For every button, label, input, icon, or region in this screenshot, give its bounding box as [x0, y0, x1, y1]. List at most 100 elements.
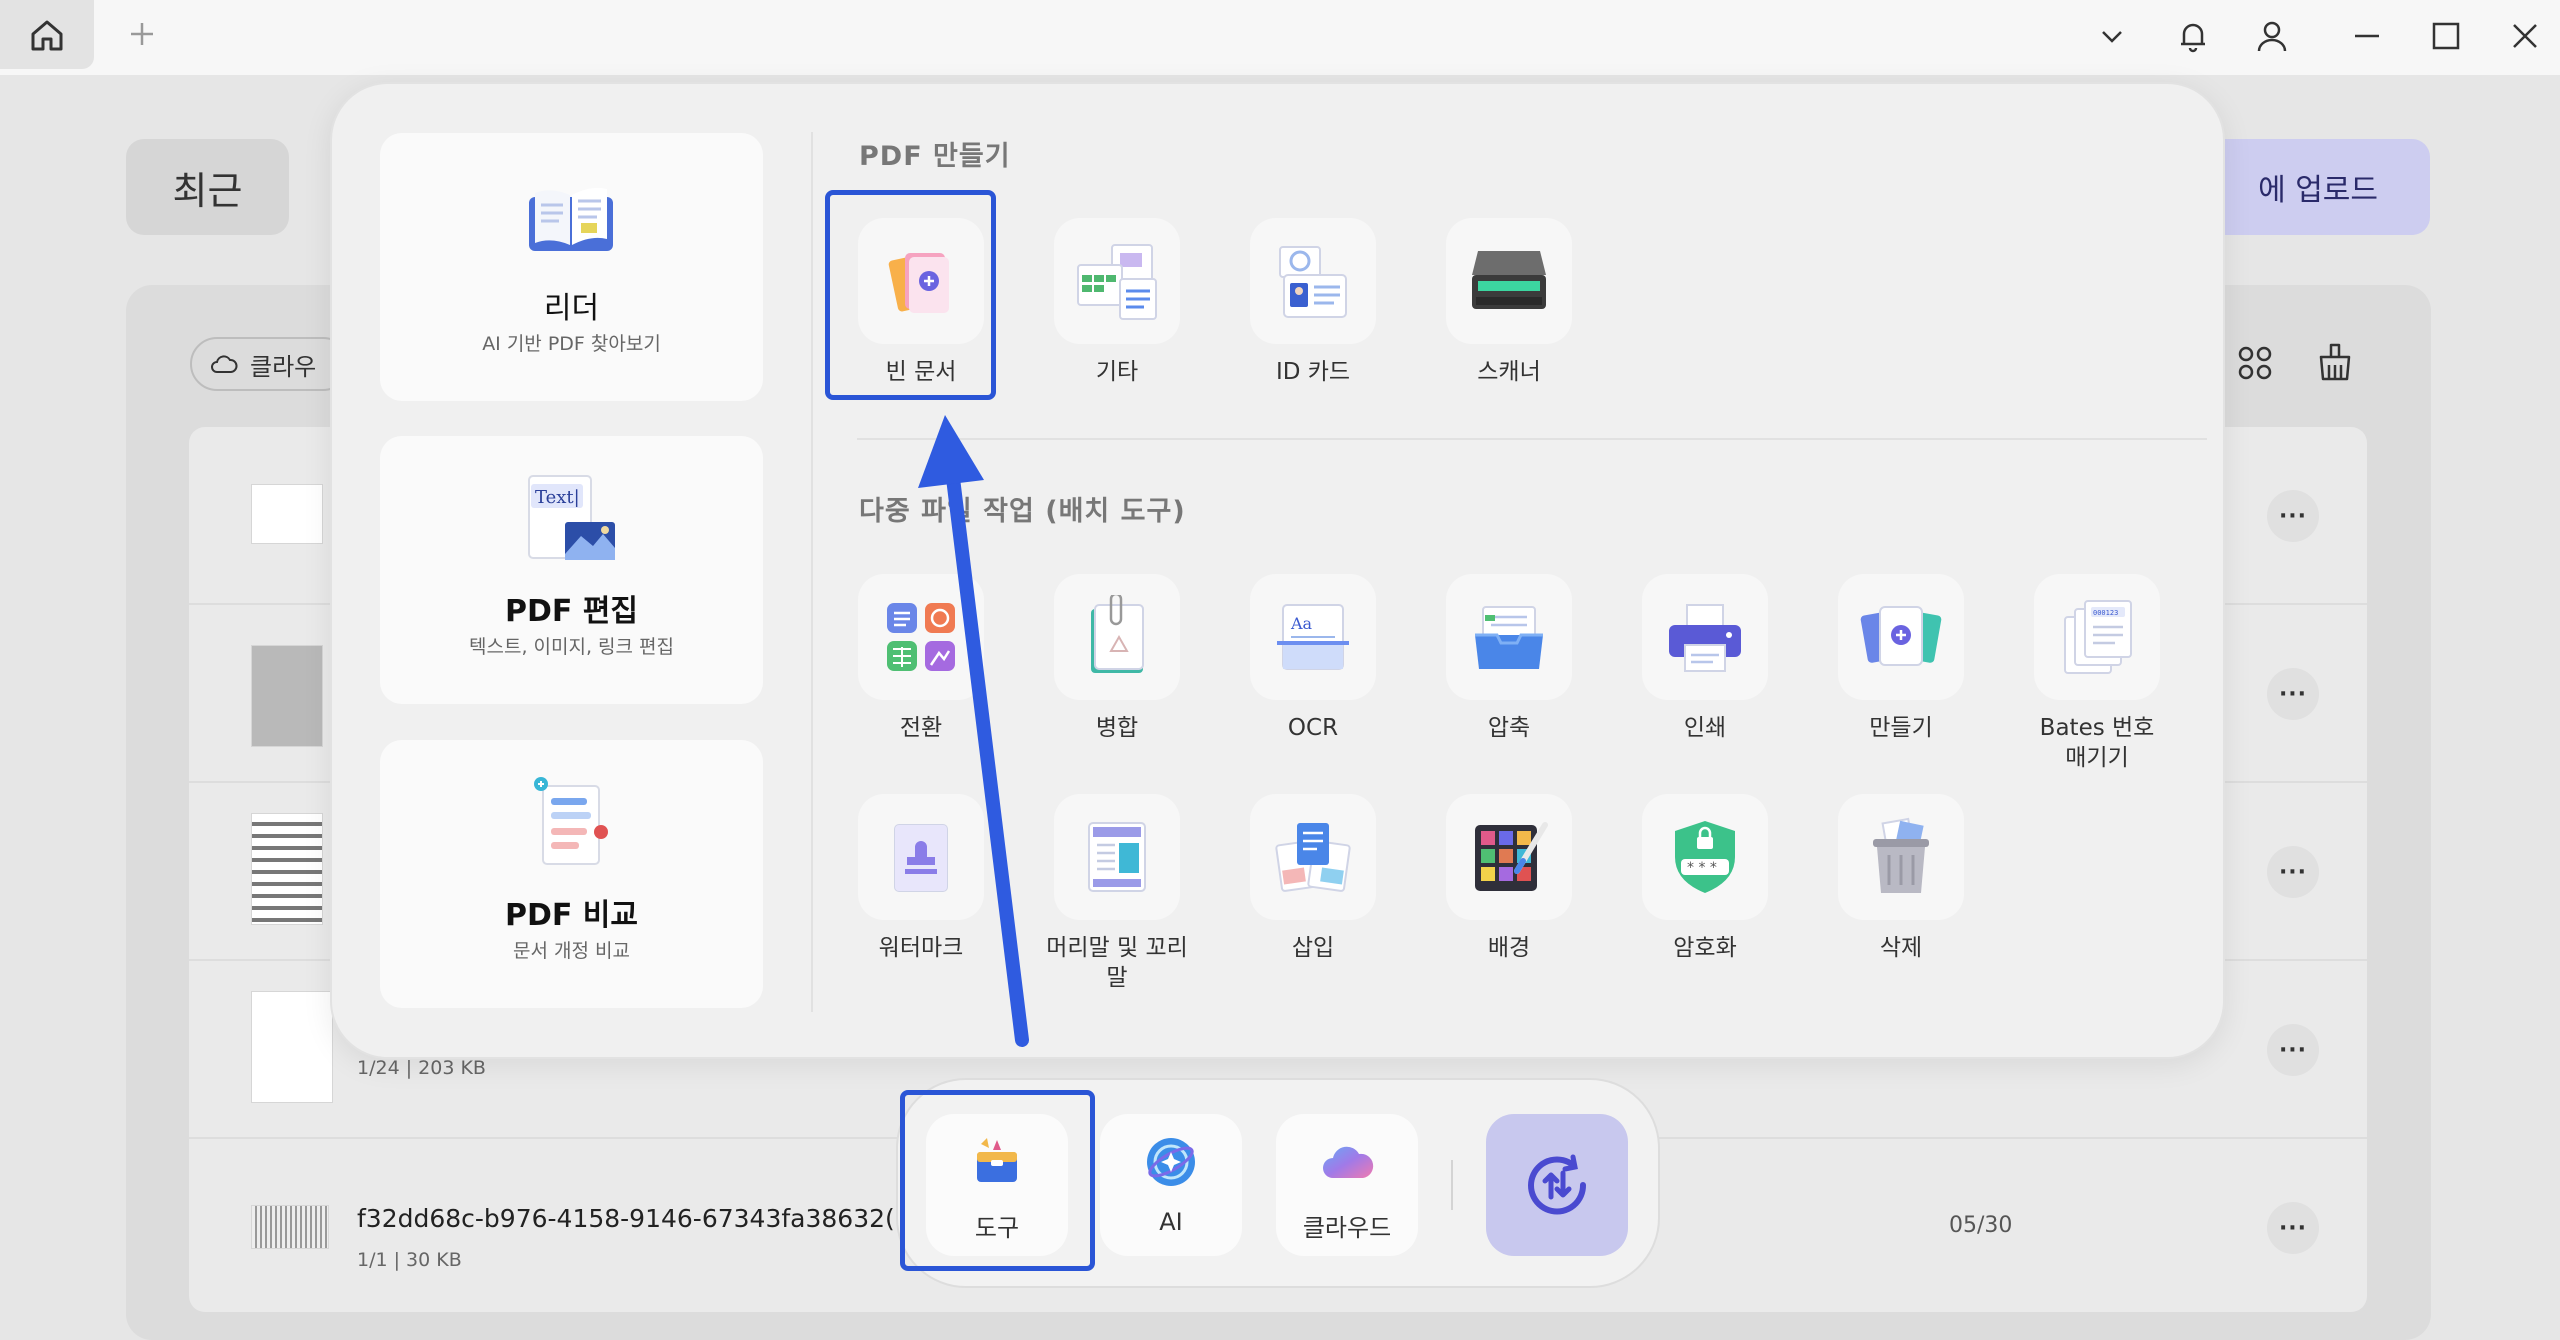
- tool-label: 전환: [899, 715, 943, 741]
- tool-watermark[interactable]: 워터마크: [848, 794, 994, 964]
- insert-tile: [1250, 794, 1376, 920]
- encrypt-tile: * * *: [1642, 794, 1768, 920]
- file-thumbnail: [251, 1205, 329, 1249]
- tool-delete[interactable]: 삭제: [1828, 794, 1974, 964]
- minimize-button[interactable]: [2345, 14, 2389, 58]
- tool-other[interactable]: 기타: [1044, 218, 1190, 388]
- encrypt-icon: * * *: [1675, 821, 1735, 893]
- tool-label: 인쇄: [1683, 715, 1727, 741]
- cloud-filter-label: 클라우: [250, 352, 317, 381]
- tool-insert[interactable]: 삽입: [1240, 794, 1386, 964]
- close-icon: [2513, 24, 2537, 48]
- ocr-icon: Aa: [1277, 604, 1349, 670]
- file-thumbnail: [251, 991, 333, 1103]
- tool-header-footer[interactable]: 머리말 및 꼬리말: [1044, 794, 1190, 994]
- more-options-button[interactable]: ···: [2267, 1202, 2319, 1254]
- chevron-down-icon: [2102, 31, 2122, 43]
- svg-text:* * *: * * *: [1687, 860, 1717, 876]
- scanner-icon: [1472, 251, 1546, 309]
- convert-arrows-icon: [1528, 1154, 1587, 1215]
- svg-text:000123: 000123: [2093, 609, 2118, 617]
- tool-label: 삭제: [1879, 935, 1923, 961]
- file-meta: 1/1 | 30 KB: [357, 1249, 462, 1271]
- clean-button[interactable]: [2308, 335, 2362, 389]
- notifications-button[interactable]: [2171, 14, 2215, 58]
- more-options-button[interactable]: ···: [2267, 668, 2319, 720]
- file-name: f32dd68c-b976-4158-9146-67343fa38632(1)_…: [357, 1204, 985, 1233]
- tool-merge[interactable]: 병합: [1044, 574, 1190, 744]
- tool-id-card[interactable]: ID 카드: [1240, 218, 1386, 388]
- popup-vertical-divider: [811, 132, 813, 1012]
- dock-convert-button[interactable]: [1486, 1114, 1628, 1256]
- tool-label: 배경: [1487, 935, 1531, 961]
- recent-button[interactable]: 최근: [126, 139, 289, 235]
- tool-create[interactable]: 만들기: [1828, 574, 1974, 744]
- merge-icon: [1091, 595, 1144, 673]
- more-options-button[interactable]: ···: [2267, 490, 2319, 542]
- tool-label: 스캐너: [1477, 359, 1541, 385]
- tool-compress[interactable]: 압축: [1436, 574, 1582, 744]
- tool-label: 압축: [1487, 715, 1531, 741]
- tool-background[interactable]: 배경: [1436, 794, 1582, 964]
- dock-tools-highlight: [900, 1090, 1095, 1271]
- more-options-button[interactable]: ···: [2267, 846, 2319, 898]
- cloud-outline-icon: [211, 355, 238, 373]
- file-date: 05/30: [1949, 1213, 2013, 1238]
- pdf-edit-card[interactable]: Text| PDF 편집 텍스트, 이미지, 링크 편집: [380, 436, 763, 704]
- pdf-compare-card[interactable]: PDF 비교 문서 개정 비교: [380, 740, 763, 1008]
- tool-ocr[interactable]: Aa OCR: [1240, 574, 1386, 744]
- svg-text:Aa: Aa: [1290, 614, 1313, 633]
- reader-card[interactable]: 리더 AI 기반 PDF 찾아보기: [380, 133, 763, 401]
- maximize-button[interactable]: [2424, 14, 2468, 58]
- background-tile: [1446, 794, 1572, 920]
- print-tile: [1642, 574, 1768, 700]
- tool-label: OCR: [1287, 715, 1339, 741]
- dock-cloud-label: 클라우드: [1302, 1214, 1392, 1242]
- id-card-tile: [1250, 218, 1376, 344]
- broom-icon: [2319, 343, 2351, 381]
- tool-label: 머리말 및 꼬리말: [1046, 935, 1188, 991]
- tools-popup: 리더 AI 기반 PDF 찾아보기 Text| PDF 편집 텍스트, 이미지,…: [330, 82, 2225, 1059]
- home-icon: [31, 20, 63, 50]
- title-bar: [0, 0, 2560, 75]
- dropdown-button[interactable]: [2090, 14, 2134, 58]
- tool-scanner[interactable]: 스캐너: [1436, 218, 1582, 388]
- header-footer-tile: [1054, 794, 1180, 920]
- background-icon: [1475, 822, 1548, 891]
- popup-horizontal-divider: [857, 438, 2207, 440]
- tool-label: 암호화: [1673, 935, 1737, 961]
- pdf-edit-title: PDF 편집: [504, 594, 639, 629]
- pdf-compare-title: PDF 비교: [504, 898, 639, 933]
- cloud-filter-button[interactable]: 클라우: [190, 337, 350, 391]
- more-options-button[interactable]: ···: [2267, 1024, 2319, 1076]
- dock-ai-label: AI: [1159, 1208, 1183, 1236]
- blank-document-highlight: [825, 190, 996, 400]
- file-meta: 1/24 | 203 KB: [357, 1057, 486, 1079]
- tool-encrypt[interactable]: * * * 암호화: [1632, 794, 1778, 964]
- close-button[interactable]: [2503, 14, 2547, 58]
- account-button[interactable]: [2250, 14, 2294, 58]
- new-tab-button[interactable]: [122, 14, 162, 54]
- merge-tile: [1054, 574, 1180, 700]
- svg-text:Text|: Text|: [535, 487, 580, 508]
- dock-separator: [1451, 1160, 1453, 1210]
- tool-bates-number[interactable]: 000123 Bates 번호 매기기: [2024, 574, 2170, 774]
- pdf-edit-subtitle: 텍스트, 이미지, 링크 편집: [469, 636, 674, 658]
- dock-cloud-button[interactable]: 클라우드: [1276, 1114, 1418, 1256]
- compress-tile: [1446, 574, 1572, 700]
- tool-label: 삽입: [1291, 935, 1335, 961]
- plus-icon: [131, 23, 153, 45]
- tool-print[interactable]: 인쇄: [1632, 574, 1778, 744]
- user-icon: [2257, 21, 2287, 52]
- grid-view-button[interactable]: [2230, 338, 2280, 388]
- home-tab[interactable]: [0, 0, 94, 69]
- tool-label: 병합: [1095, 715, 1139, 741]
- reader-title: 리더: [543, 291, 600, 326]
- upload-button[interactable]: 에 업로드: [2200, 139, 2430, 235]
- file-thumbnail: [251, 484, 323, 544]
- tool-convert[interactable]: 전환: [848, 574, 994, 744]
- dock-ai-button[interactable]: AI: [1100, 1114, 1242, 1256]
- pdf-compare-subtitle: 문서 개정 비교: [513, 940, 630, 962]
- create-tile: [1838, 574, 1964, 700]
- file-thumbnail: [251, 645, 323, 747]
